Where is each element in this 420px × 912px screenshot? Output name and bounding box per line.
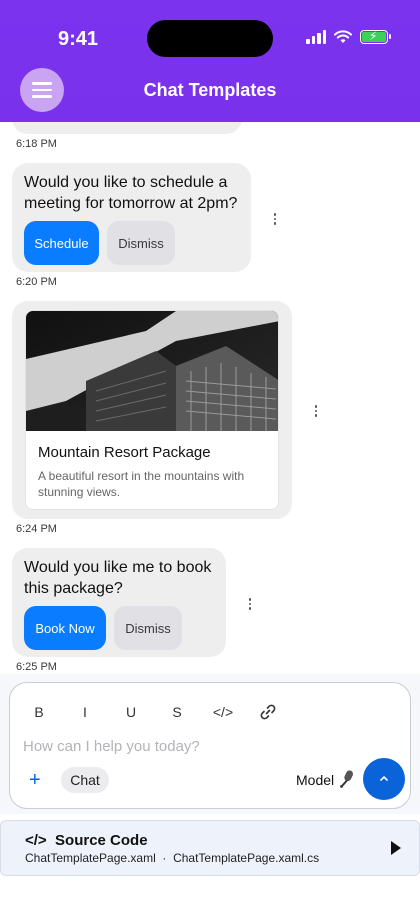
source-code-files: ChatTemplatePage.xaml · ChatTemplatePage…: [25, 851, 320, 865]
model-selector[interactable]: Model: [296, 772, 334, 788]
link-icon[interactable]: [259, 703, 277, 721]
message-input[interactable]: [23, 738, 363, 755]
page-title: Chat Templates: [143, 80, 277, 100]
resort-card[interactable]: Mountain Resort Package A beautiful reso…: [25, 310, 279, 510]
microphone-icon[interactable]: [337, 768, 359, 790]
more-options-icon[interactable]: [272, 213, 278, 225]
underline-button[interactable]: U: [119, 704, 143, 720]
book-now-button[interactable]: Book Now: [24, 606, 106, 650]
italic-button[interactable]: I: [73, 704, 97, 720]
strikethrough-button[interactable]: S: [165, 704, 189, 720]
wifi-icon: [334, 30, 352, 43]
message-bubble-booking: Would you like me to book this package? …: [12, 548, 226, 657]
schedule-button[interactable]: Schedule: [24, 221, 99, 265]
card-image: [26, 311, 278, 431]
add-attachment-button[interactable]: +: [29, 769, 41, 792]
source-code-title: </> Source Code: [25, 832, 148, 849]
chat-message-list[interactable]: 6:18 PM Would you like to schedule a mee…: [0, 122, 420, 674]
card-description: A beautiful resort in the mountains with…: [38, 469, 245, 499]
message-timestamp: 6:20 PM: [16, 276, 57, 288]
app-header: [0, 0, 420, 122]
card-title: Mountain Resort Package: [38, 444, 211, 461]
dismiss-button[interactable]: Dismiss: [107, 221, 175, 265]
message-timestamp: 6:24 PM: [16, 523, 57, 535]
status-time: 9:41: [58, 28, 99, 50]
message-bubble-schedule: Would you like to schedule a meeting for…: [12, 163, 251, 272]
status-icons: ⚡: [306, 29, 391, 44]
more-options-icon[interactable]: [247, 598, 253, 610]
bold-button[interactable]: B: [27, 704, 51, 720]
code-icon: </>: [25, 832, 47, 849]
play-icon[interactable]: [391, 841, 401, 855]
dynamic-island: [147, 20, 273, 57]
code-button[interactable]: </>: [206, 704, 240, 720]
message-text: Would you like me to book this package?: [24, 559, 212, 597]
message-bubble-partial: [12, 122, 242, 134]
message-text: Would you like to schedule a meeting for…: [24, 174, 238, 212]
message-timestamp: 6:18 PM: [16, 138, 57, 150]
message-timestamp: 6:25 PM: [16, 661, 57, 673]
chat-mode-chip[interactable]: Chat: [61, 767, 109, 793]
send-button[interactable]: [363, 758, 405, 800]
dismiss-button[interactable]: Dismiss: [114, 606, 182, 650]
chevron-up-icon: [380, 776, 388, 781]
cellular-signal-icon: [306, 30, 326, 44]
more-options-icon[interactable]: [313, 405, 319, 417]
battery-icon: ⚡: [360, 29, 391, 44]
